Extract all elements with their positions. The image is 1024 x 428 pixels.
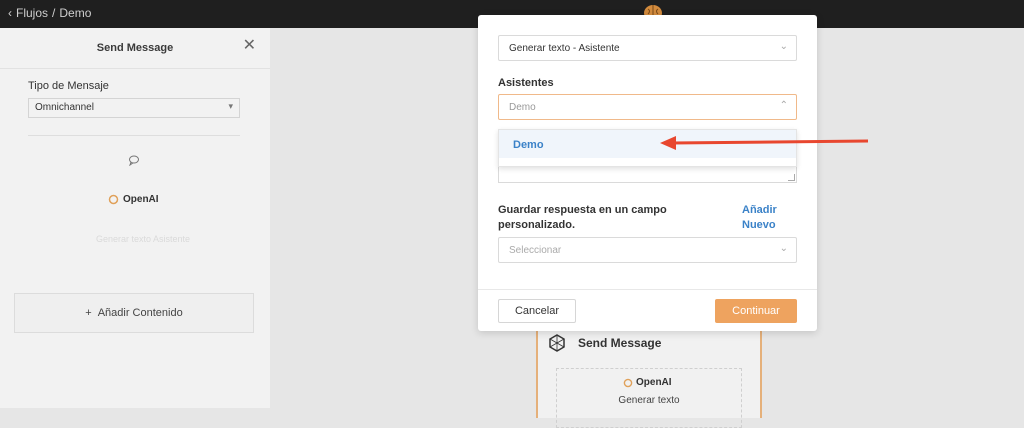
annotation-arrow-icon: [660, 136, 869, 150]
